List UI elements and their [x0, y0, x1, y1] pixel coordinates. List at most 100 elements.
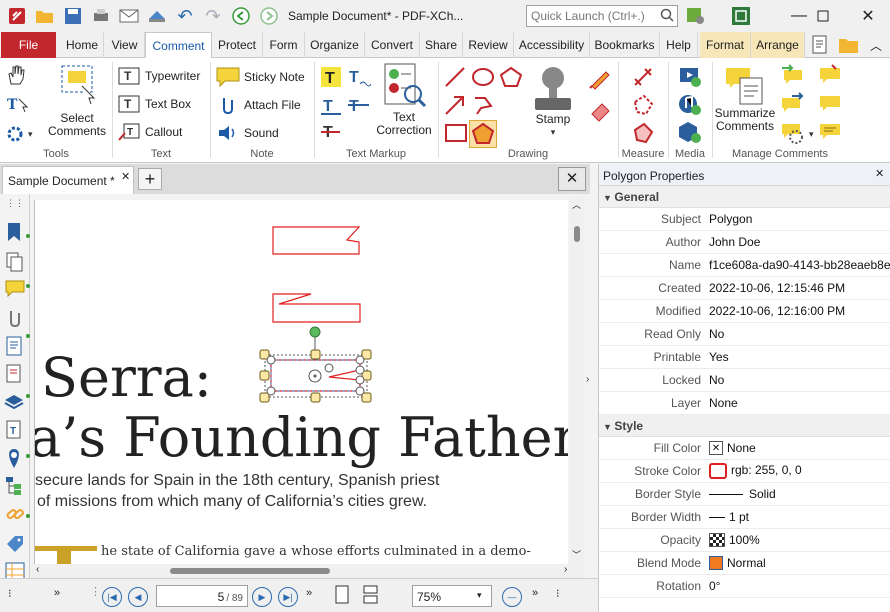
line-tool-icon[interactable]	[444, 66, 466, 91]
tab-form[interactable]: Form	[263, 32, 305, 58]
scroll-down-icon[interactable]: ﹀	[572, 548, 581, 561]
perimeter-tool-icon[interactable]	[632, 94, 654, 119]
text-box-button[interactable]: T Text Box	[118, 95, 191, 113]
prop-row-blend-mode[interactable]: Blend Mode Normal	[599, 552, 890, 575]
polygon-annotation-2[interactable]	[272, 293, 361, 323]
prop-row-fill-color[interactable]: Fill Color ✕ None	[599, 437, 890, 460]
zoom-select[interactable]: 75% ▾	[412, 585, 492, 607]
document-options-icon[interactable]	[810, 35, 830, 58]
pages-pane-icon[interactable]	[5, 252, 23, 275]
document-info-pane-icon[interactable]	[5, 336, 23, 359]
section-style[interactable]: ▼ Style	[599, 415, 890, 437]
tab-sample-document[interactable]: Sample Document * ✕	[2, 166, 134, 194]
single-page-icon[interactable]	[334, 585, 350, 608]
sound-button[interactable]: Sound	[216, 123, 279, 143]
tools-settings-icon[interactable]: ▾	[6, 124, 36, 147]
structure-pane-icon[interactable]	[5, 476, 23, 499]
fullscreen-icon[interactable]	[731, 6, 751, 29]
polygon-tool-icon[interactable]	[499, 66, 523, 91]
tab-review[interactable]: Review	[463, 32, 514, 58]
section-general[interactable]: ▼ General	[599, 186, 890, 208]
tab-organize[interactable]: Organize	[305, 32, 365, 58]
oval-tool-icon[interactable]	[471, 66, 495, 91]
pencil-tool-icon[interactable]	[588, 66, 612, 93]
select-text-icon[interactable]: T	[6, 94, 30, 117]
prop-row-border-style[interactable]: Border Style Solid	[599, 483, 890, 506]
comments-pane-icon[interactable]	[5, 280, 25, 301]
hand-tool-icon[interactable]	[6, 64, 26, 89]
zoom-out-button[interactable]: —	[502, 587, 522, 607]
content-pane-icon[interactable]: T	[5, 420, 23, 443]
selected-polygon-annotation[interactable]	[259, 326, 372, 403]
document-page[interactable]: Serra: a’s Founding Father secure lands …	[34, 200, 568, 564]
tab-share[interactable]: Share	[420, 32, 463, 58]
callout-button[interactable]: T Callout	[118, 123, 182, 141]
tab-format[interactable]: Format	[700, 32, 751, 58]
arrow-tool-icon[interactable]	[444, 94, 466, 119]
scroll-left-icon[interactable]: ‹	[36, 564, 39, 575]
prop-row-opacity[interactable]: Opacity 100%	[599, 529, 890, 552]
close-tab-icon[interactable]: ✕	[121, 170, 130, 183]
links-pane-icon[interactable]	[5, 504, 25, 527]
audio-media-icon[interactable]	[678, 92, 702, 119]
horizontal-scroll-thumb[interactable]	[170, 568, 330, 574]
highlight-text-icon[interactable]: T	[320, 66, 342, 91]
back-icon[interactable]	[230, 5, 252, 27]
next-page-button[interactable]: ▶	[252, 587, 272, 607]
stamp-button[interactable]: Stamp ▾	[524, 64, 582, 139]
status-collapse-icon[interactable]: ⁝	[556, 587, 560, 600]
summarize-comments-button[interactable]: Summarize Comments	[714, 64, 776, 133]
prop-row-border-width[interactable]: Border Width 1 pt	[599, 506, 890, 529]
tab-arrange[interactable]: Arrange	[751, 32, 805, 58]
prop-row-layer[interactable]: Layer None	[599, 392, 890, 415]
eraser-tool-icon[interactable]	[588, 98, 612, 125]
destinations-pane-icon[interactable]	[5, 448, 23, 473]
tags-pane-icon[interactable]	[5, 534, 25, 557]
prop-row-name[interactable]: Name f1ce608a-da90-4143-bb28eaeb8e...	[599, 254, 890, 277]
undo-icon[interactable]: ↶	[174, 5, 196, 27]
prop-row-read-only[interactable]: Read Only No	[599, 323, 890, 346]
polygon-annotation-1[interactable]	[272, 226, 361, 255]
first-page-button[interactable]: |◀	[102, 587, 122, 607]
distance-tool-icon[interactable]	[632, 66, 654, 91]
replace-text-icon[interactable]: T	[347, 94, 371, 119]
prop-row-subject[interactable]: Subject Polygon	[599, 208, 890, 231]
area-tool-icon[interactable]	[632, 122, 654, 147]
page-number-input[interactable]: 5/ 89	[156, 585, 248, 607]
vertical-scrollbar[interactable]: ︿ ﹀	[570, 196, 584, 564]
horizontal-scrollbar[interactable]: ‹ ›	[30, 564, 584, 578]
email-icon[interactable]	[118, 5, 140, 27]
tab-home[interactable]: Home	[61, 32, 104, 58]
vertical-scroll-thumb[interactable]	[574, 226, 580, 242]
text-correction-button[interactable]: Text Correction	[374, 62, 434, 137]
collapse-ribbon-icon[interactable]: ︿	[870, 37, 882, 54]
ui-options-icon[interactable]	[686, 6, 706, 29]
status-options-icon[interactable]: ⁝	[8, 587, 12, 600]
tab-protect[interactable]: Protect	[212, 32, 263, 58]
prop-row-rotation[interactable]: Rotation 0°	[599, 575, 890, 598]
scan-icon[interactable]	[146, 5, 168, 27]
new-tab-button[interactable]: +	[138, 168, 162, 190]
comment-list-icon[interactable]	[818, 120, 842, 145]
attach-file-button[interactable]: Attach File	[216, 95, 301, 115]
tab-view[interactable]: View	[105, 32, 145, 58]
polyline-tool-icon[interactable]	[471, 94, 495, 119]
layers-pane-icon[interactable]	[4, 392, 24, 415]
status-more-right-icon[interactable]: »	[532, 587, 538, 599]
typewriter-button[interactable]: T Typewriter	[118, 67, 200, 85]
save-icon[interactable]	[62, 5, 84, 27]
search-pane-icon[interactable]	[5, 364, 23, 387]
video-media-icon[interactable]	[678, 64, 702, 91]
sticky-note-button[interactable]: Sticky Note	[216, 67, 305, 87]
prop-row-author[interactable]: Author John Doe	[599, 231, 890, 254]
last-page-button[interactable]: ▶|	[278, 587, 298, 607]
print-icon[interactable]	[90, 5, 112, 27]
continuous-page-icon[interactable]	[362, 585, 380, 608]
tab-help[interactable]: Help	[660, 32, 698, 58]
prop-row-locked[interactable]: Locked No	[599, 369, 890, 392]
insert-text-icon[interactable]: T	[320, 122, 342, 147]
status-more-icon[interactable]: »	[306, 587, 312, 599]
hide-comments-icon[interactable]	[818, 92, 842, 117]
open-folder-icon[interactable]	[34, 5, 56, 27]
select-comments-button[interactable]: Select Comments	[44, 62, 110, 138]
